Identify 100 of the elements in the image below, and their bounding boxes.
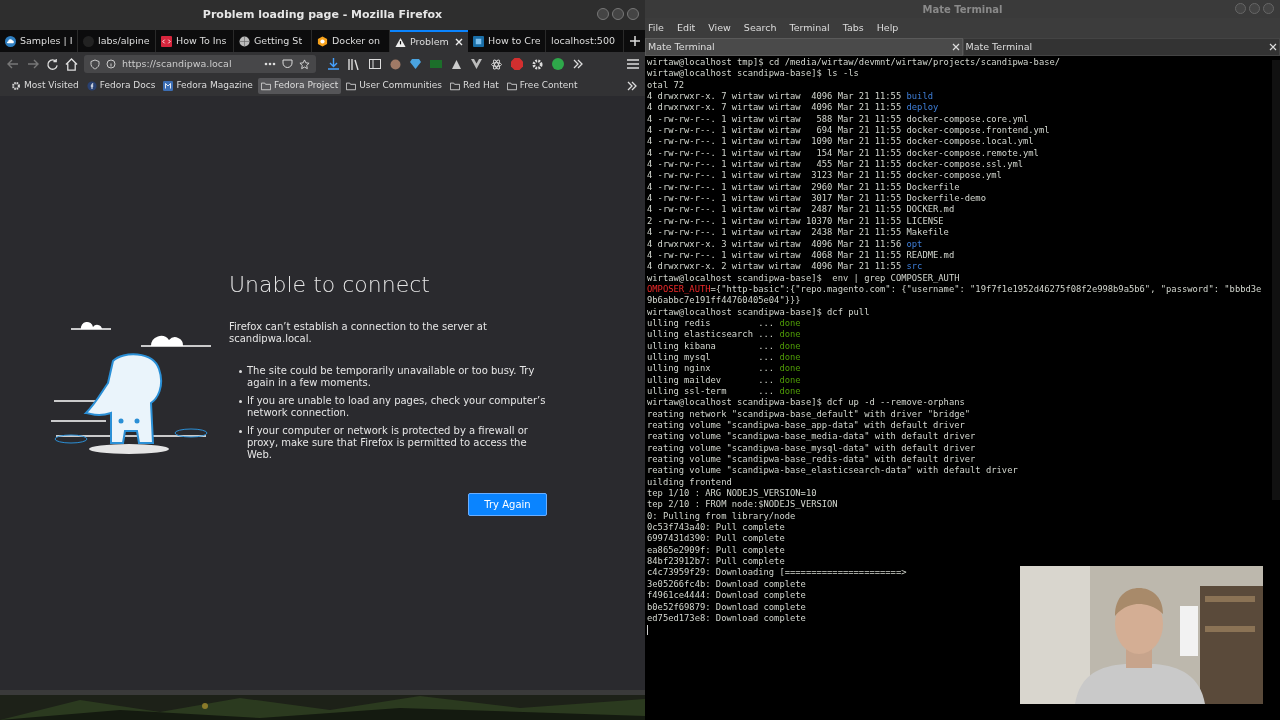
browser-tab[interactable]: Problem	[390, 30, 468, 52]
back-icon[interactable]	[6, 57, 20, 71]
menu-item[interactable]: View	[703, 20, 736, 36]
bookmark-label: Fedora Docs	[99, 79, 156, 93]
menu-item[interactable]: Tabs	[837, 20, 869, 36]
info-icon	[106, 59, 116, 69]
error-heading: Unable to connect	[229, 271, 431, 299]
terminal-line: b0e52f69879: Download complete	[647, 601, 807, 613]
extension-icon[interactable]	[552, 58, 564, 70]
pocket-icon[interactable]	[282, 59, 293, 69]
tab-label: Samples | I	[20, 33, 72, 48]
extension-icon[interactable]	[390, 58, 401, 70]
plus-icon	[629, 36, 640, 46]
menu-item[interactable]: Terminal	[784, 20, 835, 36]
fedora-icon	[86, 81, 97, 91]
terminal-line: 2 -rw-rw-r--. 1 wirtaw wirtaw 10370 Mar 21 11:55 LICENSE	[647, 215, 945, 228]
terminal-line: wirtaw@localhost scandipwa-base]$ dcf pull	[647, 306, 871, 318]
folder-icon	[506, 81, 517, 91]
terminal-line: 9b6abbc7e191ff44760405e04"}}}	[647, 295, 802, 307]
bookmark-item[interactable]: User Communities	[343, 78, 446, 94]
terminal-line: wirtaw@localhost scandipwa-base]$ ls -ls	[647, 68, 860, 80]
extension-icon[interactable]	[451, 58, 462, 70]
terminal-line: ed75ed173e8: Download complete	[647, 612, 807, 625]
tab-label: Problem	[410, 34, 450, 49]
terminal-line: ulling redis ... done	[647, 317, 802, 330]
terminal-line: 4 -rw-rw-r--. 1 wirtaw wirtaw 588 Mar 21 11:55 docker-compose.core.yml	[647, 113, 1030, 126]
terminal-tab[interactable]: Mate Terminal	[962, 38, 1280, 56]
bookmark-item[interactable]: Red Hat	[447, 78, 502, 94]
bookmark-item[interactable]: Fedora Docs	[83, 78, 159, 94]
overflow-icon[interactable]	[573, 59, 583, 69]
terminal-line: ulling ssl-term ... done	[647, 385, 802, 398]
star-icon[interactable]	[299, 58, 310, 70]
terminal-line: ulling elasticsearch ... done	[647, 329, 802, 341]
code-icon	[161, 35, 172, 47]
terminal-line: 4 -rw-rw-r--. 1 wirtaw wirtaw 2960 Mar 21 11:55 Dockerfile	[647, 181, 961, 194]
close-icon[interactable]	[951, 43, 960, 51]
terminal-line: 4 drwxrwxr-x. 2 wirtaw wirtaw 4096 Mar 21 11:55 src	[647, 261, 924, 273]
window-title: Mate Terminal	[922, 2, 1003, 17]
terminal-line: ulling kibana ... done	[647, 340, 802, 352]
bullet-text: The site could be temporarily unavailable or too busy. Try again in a few moments.	[247, 365, 536, 389]
terminal-tab[interactable]: Mate Terminal	[645, 38, 963, 56]
terminal-line: 4 drwxrwxr-x. 7 wirtaw wirtaw 4096 Mar 21 11:55 build	[647, 91, 934, 103]
terminal-line: ulling maildev ... done	[647, 374, 802, 386]
tab-label: Getting St	[254, 33, 304, 48]
terminal-line: 4 -rw-rw-r--. 1 wirtaw wirtaw 4068 Mar 21 11:55 README.md	[647, 249, 956, 262]
terminal-line: ea865e2909f: Pull complete	[647, 544, 786, 557]
close-icon[interactable]	[1269, 43, 1277, 51]
menu-item[interactable]: Search	[738, 20, 782, 36]
terminal-line: 84bf23912b7: Pull complete	[647, 556, 786, 568]
menu-icon[interactable]	[627, 59, 639, 69]
reload-icon[interactable]	[46, 57, 59, 71]
folder-icon	[346, 81, 357, 91]
download-icon[interactable]	[328, 58, 339, 70]
terminal-line: reating volume "scandipwa-base_app-data" with default driver	[647, 420, 966, 432]
terminal-line: 4 -rw-rw-r--. 1 wirtaw wirtaw 3017 Mar 21 11:55 Dockerfile-demo	[647, 193, 987, 205]
overflow-icon[interactable]	[627, 81, 637, 91]
terminal-line: ulling nginx ... done	[647, 363, 802, 375]
terminal-line: wirtaw@localhost scandipwa-base]$ env | grep COMPOSER_AUTH	[647, 272, 961, 284]
terminal-line: 4 -rw-rw-r--. 1 wirtaw wirtaw 154 Mar 21 11:55 docker-compose.remote.yml	[647, 147, 1040, 160]
terminal-line: 4 -rw-rw-r--. 1 wirtaw wirtaw 3123 Mar 21 11:55 docker-compose.yml	[647, 170, 1003, 182]
close-icon[interactable]	[455, 38, 463, 46]
bookmark-label: Most Visited	[24, 79, 79, 93]
bookmark-label: Fedora Project	[273, 79, 339, 93]
bookmark-item[interactable]: Free Content	[503, 78, 581, 94]
library-icon[interactable]	[348, 58, 360, 70]
bullet-icon	[239, 370, 242, 373]
diamond-icon[interactable]	[410, 59, 421, 69]
terminal-line: 4 -rw-rw-r--. 1 wirtaw wirtaw 455 Mar 21 11:55 docker-compose.ssl.yml	[647, 159, 1025, 171]
try-again-button[interactable]: Try Again	[468, 493, 547, 516]
menu-item[interactable]: Help	[871, 20, 904, 36]
terminal-line: reating volume "scandipwa-base_media-data" with default driver	[647, 431, 977, 443]
home-icon[interactable]	[65, 57, 78, 71]
tab-label: How To Ins	[176, 33, 228, 48]
terminal-line: otal 72	[647, 79, 686, 92]
terminal-line: 0: Pulling from library/node	[647, 510, 797, 523]
terminal-line: ulling mysql ... done	[647, 351, 802, 364]
gear-icon[interactable]	[532, 58, 543, 70]
forward-icon[interactable]	[26, 57, 40, 71]
sidebar-icon[interactable]	[369, 59, 381, 69]
url-text: https://scandipwa.local	[122, 56, 233, 71]
close-button[interactable]	[627, 8, 639, 20]
adblock-icon[interactable]	[511, 58, 523, 70]
bookmark-item[interactable]: Fedora Magazine	[160, 78, 256, 94]
bookmark-label: User Communities	[359, 79, 443, 93]
bullet-text: If your computer or network is protected by a firewall or proxy, make sure that Firefox is permitted to access the Web.	[247, 425, 529, 461]
menu-item[interactable]: Edit	[671, 20, 701, 36]
terminal-line: wirtaw@localhost scandipwa-base]$ dcf up -d --remove-orphans	[647, 397, 966, 409]
maximize-button[interactable]	[612, 8, 624, 20]
minimize-button[interactable]	[597, 8, 609, 20]
folder-icon	[450, 81, 461, 91]
url-field[interactable]: https://scandipwa.local	[84, 55, 316, 73]
bookmark-item[interactable]: Fedora Project	[257, 78, 342, 94]
atom-icon[interactable]	[491, 58, 502, 70]
menu-item[interactable]: File	[646, 20, 669, 36]
terminal-line: 4 drwxrwxr-x. 3 wirtaw wirtaw 4096 Mar 21 11:56 opt	[647, 238, 924, 250]
bookmark-item[interactable]: Most Visited	[8, 78, 82, 94]
more-icon[interactable]	[264, 62, 276, 66]
terminal-line: wirtaw@localhost tmp]$ cd /media/wirtaw/devmnt/wirtaw/projects/scandipwa-base/	[647, 57, 1062, 69]
error-message: Firefox can’t establish a connection to the server at scandipwa.local.	[229, 321, 488, 345]
globe-icon	[239, 35, 250, 47]
